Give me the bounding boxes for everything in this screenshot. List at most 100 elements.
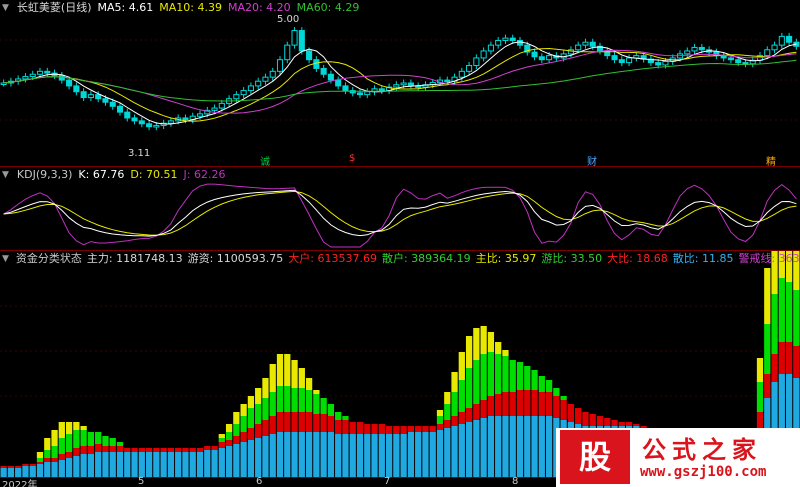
youzi-bar — [785, 282, 793, 342]
candle-down — [131, 117, 138, 122]
zhubi-label: 主比: 35.97 — [475, 252, 537, 265]
candle-up — [291, 30, 298, 46]
dahu-bar — [240, 432, 247, 442]
candle-up — [255, 80, 262, 87]
dahu-label: 大户: 613537.69 — [288, 252, 377, 265]
x-tick: 8 — [512, 476, 519, 487]
candle-down — [320, 67, 327, 75]
candle-up — [22, 76, 29, 80]
youzi-bar — [305, 390, 313, 412]
sanhu-bar — [291, 432, 298, 478]
dahu-bar — [480, 400, 487, 418]
candle-up — [771, 44, 778, 51]
candle-up — [269, 70, 276, 78]
zhuli-bar — [487, 332, 495, 352]
youzi-bar — [436, 416, 444, 424]
candle-down — [538, 56, 545, 61]
candle-up — [473, 57, 480, 67]
sanhu-bar — [436, 430, 444, 478]
jingjie-label: 警戒线: 363326.09 — [738, 252, 800, 265]
candle-down — [742, 62, 749, 65]
k-label: K: 67.76 — [78, 168, 125, 181]
candle-up — [364, 91, 371, 96]
candle-down — [356, 92, 364, 96]
youzi-bar — [80, 430, 87, 446]
collapse-icon[interactable]: ▼ — [2, 2, 9, 14]
x-tick: 5 — [138, 476, 145, 487]
youzi-bar — [342, 416, 349, 420]
candle-up — [262, 76, 269, 82]
dahu-bar — [567, 404, 575, 422]
dahu-bar — [371, 424, 378, 434]
youzi-bar — [320, 398, 327, 414]
candle-down — [102, 98, 109, 103]
candle-up — [153, 125, 160, 128]
youzi-bar — [298, 388, 305, 412]
high-label: 5.00 — [277, 14, 300, 25]
dahu-bar — [771, 354, 778, 382]
sanhu-bar — [335, 434, 342, 478]
sanhu-bar — [407, 432, 415, 478]
zhuli-label: 主力: 1181748.13 — [86, 252, 183, 265]
dahu-bar — [473, 404, 480, 420]
youzi-bar — [480, 354, 487, 400]
candle-down — [306, 50, 313, 61]
youzi-bar — [764, 324, 771, 374]
candle-down — [589, 41, 596, 47]
youzi-bar — [44, 450, 51, 458]
youzi-bar — [313, 394, 320, 414]
candle-down — [655, 62, 662, 66]
youzi-bar — [247, 408, 255, 428]
youzi-bar — [545, 380, 553, 392]
sanhu-bar — [545, 416, 553, 478]
dahu-bar — [313, 414, 320, 432]
zhuli-bar — [262, 378, 269, 398]
zhuli-bar — [65, 422, 73, 434]
youzi-bar — [102, 436, 109, 446]
zhuli-bar — [276, 354, 284, 386]
sanhu-bar — [487, 416, 495, 478]
candle-down — [698, 46, 705, 51]
candle-up — [546, 55, 553, 61]
collapse-icon[interactable]: ▼ — [2, 253, 9, 265]
youzi-bar — [269, 392, 276, 416]
dahu-bar — [182, 448, 189, 452]
youzi-bar — [793, 290, 800, 346]
dahu-bar — [320, 414, 327, 432]
dahu-bar — [0, 466, 7, 468]
candle-down — [95, 94, 102, 100]
candle-up — [495, 39, 502, 46]
sanhu-bar — [349, 434, 356, 478]
dahu-bar — [545, 392, 553, 416]
candle-down — [342, 85, 349, 92]
candle-down — [618, 59, 625, 64]
marker-dollar: $ — [349, 153, 356, 164]
candle-up — [393, 84, 400, 88]
sanhu-bar — [458, 424, 465, 478]
candle-down — [509, 37, 516, 41]
candle-up — [582, 41, 589, 46]
sanhu-bar — [320, 432, 327, 478]
zhuli-bar — [51, 430, 58, 446]
youzi-bar — [495, 354, 502, 394]
ma5-label: MA5: 4.61 — [97, 1, 154, 14]
dahu-bar — [335, 420, 342, 434]
youzi-bar — [87, 432, 95, 446]
candle-down — [378, 88, 385, 92]
candle-up — [276, 59, 284, 72]
sanhu-bar — [131, 452, 138, 478]
candle-down — [516, 39, 524, 46]
dahu-bar — [255, 424, 262, 438]
zhuli-bar — [502, 350, 509, 356]
kdj-panel: ▼ KDJ(9,3,3) K: 67.76 D: 70.51 J: 62.26 — [0, 166, 800, 251]
dahu-bar — [73, 448, 80, 456]
sanhu-bar — [451, 426, 458, 478]
candle-up — [626, 57, 633, 64]
sanhu-bar — [102, 452, 109, 478]
collapse-icon[interactable]: ▼ — [2, 169, 9, 181]
sanhu-bar — [255, 438, 262, 478]
zhuli-bar — [495, 342, 502, 354]
candle-down — [138, 120, 145, 125]
candle-down — [44, 70, 51, 74]
dahu-bar — [429, 426, 436, 432]
